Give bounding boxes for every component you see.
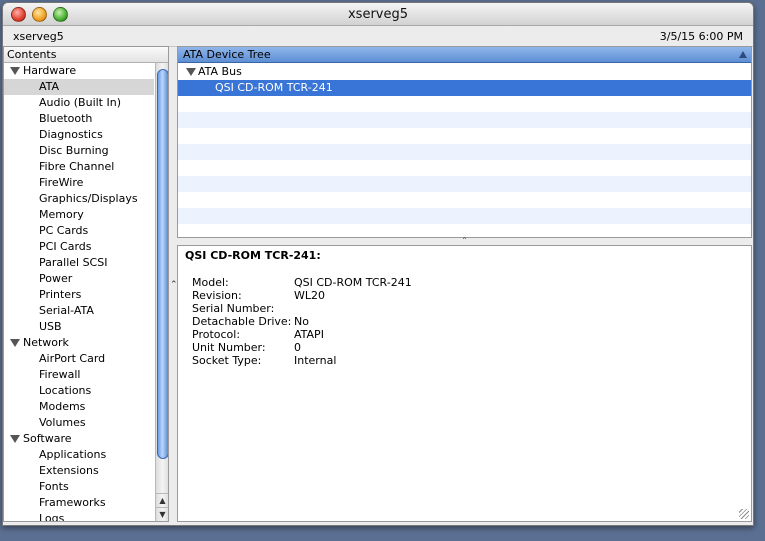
empty-row xyxy=(178,192,751,208)
disclosure-triangle-icon[interactable] xyxy=(10,67,20,75)
sidebar-item[interactable]: Memory xyxy=(4,207,154,223)
empty-row xyxy=(178,144,751,160)
sidebar-scrollbar[interactable]: ▲ ▼ xyxy=(155,63,168,521)
detail-row: Detachable Drive: No xyxy=(192,315,412,328)
sidebar-item[interactable]: AirPort Card xyxy=(4,351,154,367)
sidebar-item[interactable]: Printers xyxy=(4,287,154,303)
detail-value: 0 xyxy=(294,341,301,354)
sidebar-item[interactable]: Audio (Built In) xyxy=(4,95,154,111)
sidebar-section-network[interactable]: Network xyxy=(4,335,154,351)
sidebar-item[interactable]: Fibre Channel xyxy=(4,159,154,175)
scroll-up-arrow-icon[interactable]: ▲ xyxy=(156,493,168,508)
detail-row: Revision: WL20 xyxy=(192,289,412,302)
sidebar-item[interactable]: Modems xyxy=(4,399,154,415)
detail-key: Revision: xyxy=(192,289,242,302)
tree-row-device[interactable]: QSI CD-ROM TCR-241 xyxy=(178,80,751,96)
sidebar-item[interactable]: PCI Cards xyxy=(4,239,154,255)
sidebar-section-label: Software xyxy=(23,432,72,445)
detail-key: Serial Number: xyxy=(192,302,275,315)
sidebar-item[interactable]: Logs xyxy=(4,511,154,521)
sidebar-item[interactable]: Fonts xyxy=(4,479,154,495)
pane-splitter-icon[interactable]: ⌃ xyxy=(177,237,752,245)
sidebar-item[interactable]: Power xyxy=(4,271,154,287)
scrollbar-thumb[interactable] xyxy=(157,69,168,459)
disclosure-triangle-icon[interactable] xyxy=(10,339,20,347)
sidebar-item[interactable]: Volumes xyxy=(4,415,154,431)
detail-row: Socket Type: Internal xyxy=(192,354,412,367)
detail-title: QSI CD-ROM TCR-241: xyxy=(185,249,321,262)
disclosure-triangle-icon[interactable] xyxy=(186,68,196,76)
device-label: QSI CD-ROM TCR-241 xyxy=(215,81,333,94)
detail-fields: Model: QSI CD-ROM TCR-241 Revision: WL20 Ser… xyxy=(192,276,412,367)
resize-grip-icon[interactable] xyxy=(739,509,749,519)
info-bar: xserveg5 3/5/15 6:00 PM xyxy=(3,26,753,47)
detail-key: Unit Number: xyxy=(192,341,266,354)
detail-row: Unit Number: 0 xyxy=(192,341,412,354)
detail-value: ATAPI xyxy=(294,328,324,341)
sidebar-section-label: Network xyxy=(23,336,69,349)
header-corner xyxy=(155,47,168,63)
contents-sidebar: Contents Hardware ATA Audio (Built In) Blue… xyxy=(3,46,169,522)
contents-tree: Hardware ATA Audio (Built In) Bluetooth Diag… xyxy=(4,63,154,521)
empty-row xyxy=(178,96,751,112)
title-bar[interactable]: xserveg5 xyxy=(3,3,753,26)
detail-row: Serial Number: xyxy=(192,302,412,315)
device-tree-header[interactable]: ATA Device Tree xyxy=(178,47,751,63)
detail-value: No xyxy=(294,315,309,328)
contents-header[interactable]: Contents xyxy=(4,47,158,63)
empty-row xyxy=(178,208,751,224)
sidebar-item[interactable]: PC Cards xyxy=(4,223,154,239)
detail-row: Model: QSI CD-ROM TCR-241 xyxy=(192,276,412,289)
detail-key: Model: xyxy=(192,276,229,289)
sidebar-item[interactable]: Parallel SCSI xyxy=(4,255,154,271)
tree-row-ata-bus[interactable]: ATA Bus xyxy=(178,64,751,80)
detail-value: WL20 xyxy=(294,289,326,302)
device-tree-pane: ATA Device Tree ATA Bus QSI CD-ROM TCR-2… xyxy=(177,46,752,238)
detail-pane: QSI CD-ROM TCR-241: Model: QSI CD-ROM TCR… xyxy=(177,245,752,522)
sidebar-section-label: Hardware xyxy=(23,64,77,77)
sort-ascending-icon[interactable] xyxy=(739,51,747,58)
detail-key: Detachable Drive: xyxy=(192,315,292,328)
device-tree-header-label: ATA Device Tree xyxy=(183,48,271,61)
sidebar-item[interactable]: USB xyxy=(4,319,154,335)
sidebar-item[interactable]: Extensions xyxy=(4,463,154,479)
sidebar-item[interactable]: Diagnostics xyxy=(4,127,154,143)
sidebar-item[interactable]: Firewall xyxy=(4,367,154,383)
sidebar-item[interactable]: Graphics/Displays xyxy=(4,191,154,207)
sidebar-item[interactable]: Locations xyxy=(4,383,154,399)
detail-row: Protocol: ATAPI xyxy=(192,328,412,341)
detail-value: Internal xyxy=(294,354,337,367)
empty-row xyxy=(178,128,751,144)
machine-name: xserveg5 xyxy=(13,30,64,43)
detail-key: Protocol: xyxy=(192,328,241,341)
sidebar-item[interactable]: Bluetooth xyxy=(4,111,154,127)
sidebar-item[interactable]: Disc Burning xyxy=(4,143,154,159)
sidebar-item[interactable]: Applications xyxy=(4,447,154,463)
empty-row xyxy=(178,112,751,128)
window-title: xserveg5 xyxy=(347,7,409,22)
sidebar-item[interactable]: Frameworks xyxy=(4,495,154,511)
sidebar-section-hardware[interactable]: Hardware xyxy=(4,63,154,79)
detail-value: QSI CD-ROM TCR-241 xyxy=(294,276,412,289)
sidebar-item[interactable]: ATA xyxy=(4,79,154,95)
sidebar-item[interactable]: FireWire xyxy=(4,175,154,191)
detail-key: Socket Type: xyxy=(192,354,262,367)
scroll-down-arrow-icon[interactable]: ▼ xyxy=(156,507,168,521)
empty-row xyxy=(178,160,751,176)
ata-bus-label: ATA Bus xyxy=(198,65,242,78)
empty-row xyxy=(178,176,751,192)
device-rows: ATA Bus QSI CD-ROM TCR-241 xyxy=(178,64,751,237)
sidebar-item[interactable]: Serial-ATA xyxy=(4,303,154,319)
disclosure-triangle-icon[interactable] xyxy=(10,435,20,443)
date-time: 3/5/15 6:00 PM xyxy=(659,30,743,43)
sidebar-section-software[interactable]: Software xyxy=(4,431,154,447)
